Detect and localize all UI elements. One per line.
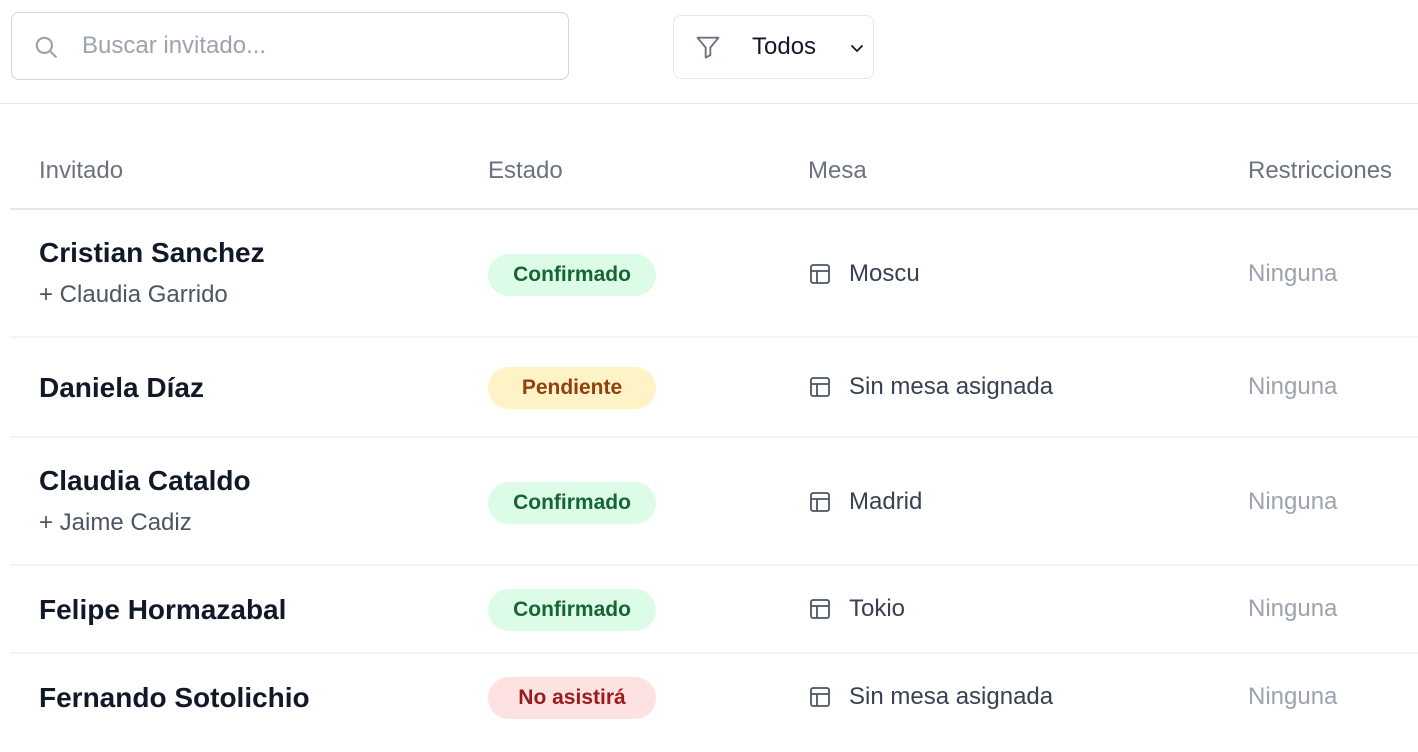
- table-name: Tokio: [849, 595, 906, 622]
- status-badge: No asistirá: [488, 677, 656, 719]
- table-icon: [810, 687, 830, 707]
- status-filter-select[interactable]: Todos: [673, 15, 874, 79]
- search-box[interactable]: [11, 12, 569, 80]
- restrictions-cell: Ninguna: [1248, 260, 1338, 287]
- restrictions-cell: Ninguna: [1248, 595, 1338, 622]
- table-row[interactable]: Felipe Hormazabal Confirmado Tokio Ningu…: [10, 566, 1418, 654]
- column-header-guest[interactable]: Invitado: [39, 157, 123, 185]
- chevron-down-icon: [851, 45, 863, 52]
- restrictions-cell: Ninguna: [1248, 683, 1338, 710]
- filter-icon: [696, 36, 720, 59]
- table-cell: Madrid: [808, 485, 922, 519]
- guest-name: Fernando Sotolichio: [39, 682, 310, 713]
- table-row[interactable]: Claudia Cataldo + Jaime Cadiz Confirmado…: [10, 438, 1418, 566]
- guest-name: Daniela Díaz: [39, 372, 204, 403]
- table-header: Invitado Estado Mesa Restricciones: [10, 130, 1418, 210]
- guest-cell: Daniela Díaz: [39, 371, 204, 405]
- table-cell: Sin mesa asignada: [808, 370, 1053, 404]
- guest-companion: + Claudia Garrido: [39, 281, 228, 308]
- table-cell: Tokio: [808, 592, 905, 626]
- guest-cell: Fernando Sotolichio: [39, 681, 310, 715]
- table-row[interactable]: Daniela Díaz Pendiente Sin mesa asignada…: [10, 338, 1418, 438]
- status-badge: Pendiente: [488, 367, 656, 409]
- status-badge: Confirmado: [488, 254, 656, 296]
- table-icon: [810, 492, 830, 512]
- guest-companion: + Jaime Cadiz: [39, 509, 192, 536]
- guest-cell: Cristian Sanchez + Claudia Garrido: [39, 236, 265, 310]
- column-header-restrictions[interactable]: Restricciones: [1248, 157, 1392, 185]
- guest-cell: Claudia Cataldo + Jaime Cadiz: [39, 464, 251, 538]
- table-cell: Moscu: [808, 257, 920, 291]
- table-icon: [810, 599, 830, 619]
- table-name: Sin mesa asignada: [849, 373, 1054, 400]
- table-icon: [810, 264, 830, 284]
- restrictions-cell: Ninguna: [1248, 488, 1338, 515]
- status-badge: Confirmado: [488, 589, 656, 631]
- column-header-table[interactable]: Mesa: [808, 157, 867, 185]
- table-row[interactable]: Fernando Sotolichio No asistirá Sin mesa…: [10, 654, 1418, 742]
- guest-cell: Felipe Hormazabal: [39, 593, 286, 627]
- guest-table: Invitado Estado Mesa Restricciones Crist…: [10, 130, 1418, 742]
- column-header-status[interactable]: Estado: [488, 157, 563, 185]
- guest-name: Claudia Cataldo: [39, 465, 251, 496]
- table-icon: [810, 377, 830, 397]
- table-row[interactable]: Cristian Sanchez + Claudia Garrido Confi…: [10, 210, 1418, 338]
- search-input[interactable]: [82, 23, 552, 69]
- search-icon: [35, 36, 57, 58]
- filter-selected-value: Todos: [752, 33, 817, 60]
- status-badge: Confirmado: [488, 482, 656, 524]
- table-name: Moscu: [849, 260, 920, 287]
- toolbar: Todos: [0, 0, 1418, 104]
- table-name: Madrid: [849, 488, 923, 515]
- restrictions-cell: Ninguna: [1248, 373, 1338, 400]
- table-name: Sin mesa asignada: [849, 683, 1054, 710]
- guest-name: Felipe Hormazabal: [39, 594, 287, 625]
- guest-name: Cristian Sanchez: [39, 237, 265, 268]
- table-cell: Sin mesa asignada: [808, 680, 1053, 714]
